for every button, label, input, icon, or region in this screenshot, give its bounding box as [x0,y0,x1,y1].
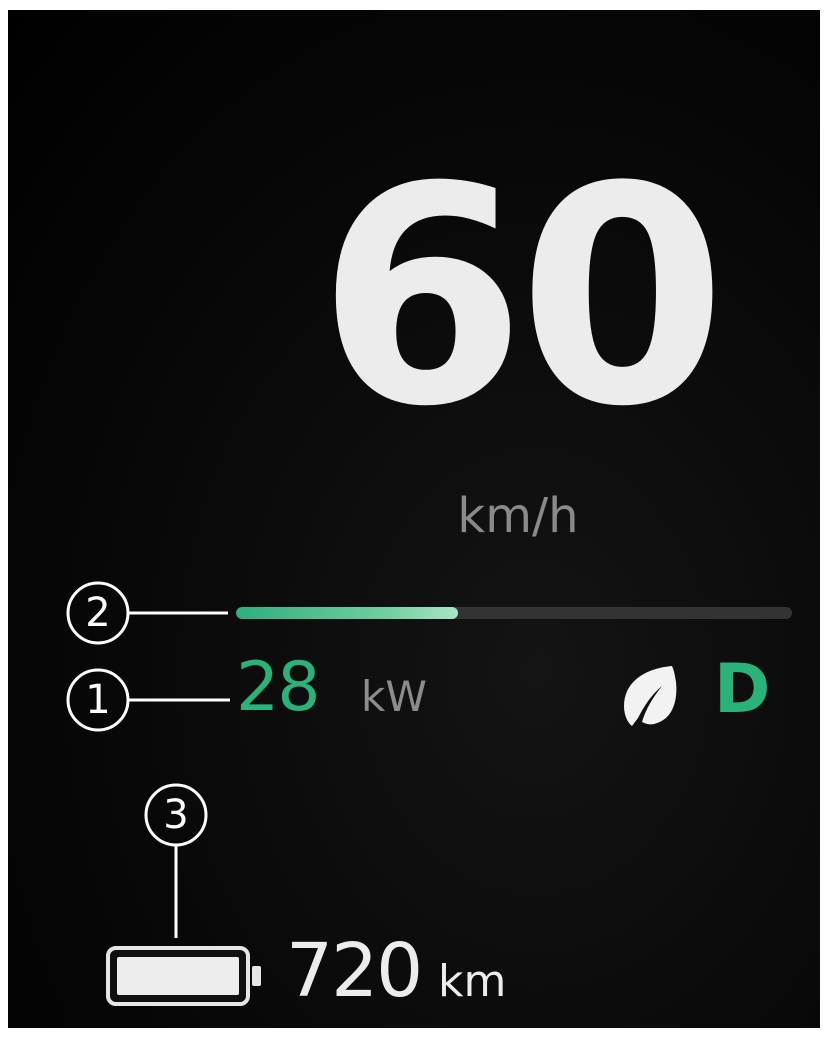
callout-label-2: 2 [85,590,111,636]
callout-label-3: 3 [163,792,189,838]
callout-label-1: 1 [85,677,111,723]
callout-lines [66,581,230,938]
